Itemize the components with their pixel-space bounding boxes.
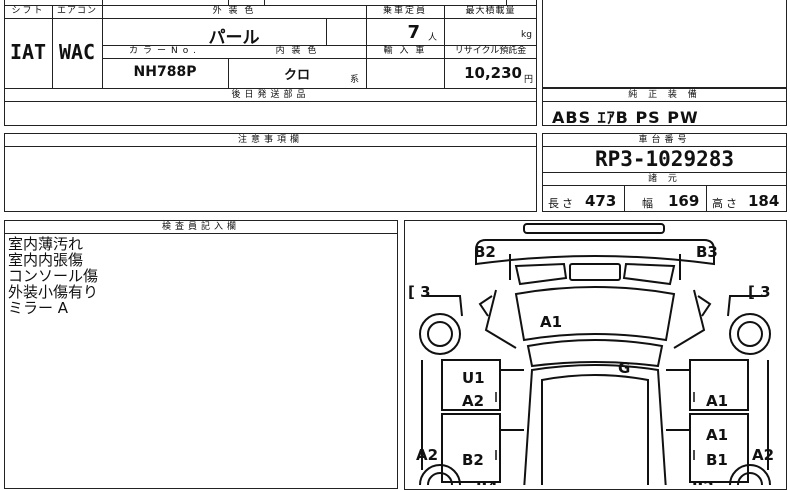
chassis-number: RP3-1029283 <box>594 147 735 171</box>
inspector-notes: 室内薄汚れ 室内内張傷 コンソール傷 外装小傷有り ミラー A <box>8 236 98 316</box>
recycle-unit: 円 <box>524 75 534 85</box>
mark-right-rear-door1: A1 <box>706 426 728 444</box>
inspector-note: ミラー A <box>8 299 69 317</box>
car-diagram: B2 B3 [ 3 [ 3 A1 G U1 A2 A2 B2 A1 A1 B1 … <box>408 223 774 485</box>
mark-left-front-door: U1 <box>462 369 485 387</box>
later-parts-area <box>4 101 537 126</box>
length-value: 473 <box>585 192 617 210</box>
aircon-value: WAC <box>58 40 96 64</box>
aircon-header: エアコン <box>56 6 97 16</box>
roof-outline <box>523 364 667 485</box>
height-label: 高さ <box>712 197 740 210</box>
divider <box>228 0 229 5</box>
mark-front-left: B2 <box>474 243 496 261</box>
inspector-note: 外装小傷有り <box>8 283 99 301</box>
max-load-unit: kg <box>521 30 532 40</box>
mark-side-left: [ 3 <box>408 283 431 301</box>
front-body <box>475 239 715 266</box>
mark-right-front-door: A1 <box>706 392 728 410</box>
later-parts-header: 後日発送部品 <box>4 88 537 102</box>
divider <box>264 0 265 5</box>
mark-roof: G <box>618 359 630 377</box>
specs-header: 諸 元 <box>542 172 787 186</box>
mark-side-right: [ 3 <box>748 283 771 301</box>
mark-right-rear-door2: B1 <box>706 451 728 469</box>
mark-front-right: B3 <box>696 243 718 261</box>
recycle-value: 10,230 <box>464 64 522 82</box>
headlight-left <box>514 262 568 286</box>
caution-area <box>4 146 537 212</box>
mark-right-rear-fender: A2 <box>752 446 774 464</box>
int-color-header: 内 装 色 <box>275 46 319 56</box>
inspector-note: 室内内張傷 <box>8 251 84 269</box>
width-value: 169 <box>668 192 700 210</box>
mark-bottom-right: B2 <box>692 478 714 485</box>
mark-left-rear-door: B2 <box>462 451 484 469</box>
color-no-header: カラーNo. <box>129 46 201 56</box>
mark-bottom-left: B4 <box>476 478 498 485</box>
genuine-equipment-header: 純 正 装 備 <box>542 88 787 102</box>
import-header: 輸 入 車 <box>383 46 427 56</box>
genuine-equipment-value: ABS ｴｱB PS PW <box>552 108 699 127</box>
capacity-unit: 人 <box>428 33 438 43</box>
shift-header: シフト <box>11 6 45 16</box>
grille <box>569 263 621 281</box>
height-value: 184 <box>748 192 780 210</box>
width-label: 幅 <box>642 197 653 210</box>
top-right-box <box>542 0 787 88</box>
color-no-value: NH788P <box>133 64 197 80</box>
divider <box>624 185 625 212</box>
wheel-front-left <box>419 313 461 355</box>
ext-color-header: 外 装 色 <box>212 6 256 16</box>
headlight-right <box>622 262 676 286</box>
front-bumper <box>523 223 665 234</box>
inspector-header: 検査員記入欄 <box>4 220 398 234</box>
int-color-value: クロ <box>283 68 310 83</box>
divider <box>706 185 707 212</box>
max-load-header: 最大積載量 <box>465 6 516 16</box>
capacity-value: 7 <box>407 22 420 43</box>
int-color-suffix: 系 <box>350 75 360 85</box>
divider <box>506 0 507 5</box>
shift-value: IAT <box>9 40 47 64</box>
wheel-front-right <box>729 313 771 355</box>
windshield <box>526 339 664 368</box>
capacity-header: 乗車定員 <box>382 6 427 16</box>
recycle-header: リサイクル預託金 <box>454 46 527 56</box>
inspector-note: コンソール傷 <box>8 267 99 285</box>
mark-left-front-door2: A2 <box>462 392 484 410</box>
chassis-header: 車台番号 <box>542 133 787 147</box>
length-label: 長さ <box>548 197 576 210</box>
mark-hood: A1 <box>540 313 562 331</box>
inspector-note: 室内薄汚れ <box>8 235 84 253</box>
caution-header: 注意事項欄 <box>4 133 537 147</box>
mark-left-rear-fender: A2 <box>416 446 438 464</box>
